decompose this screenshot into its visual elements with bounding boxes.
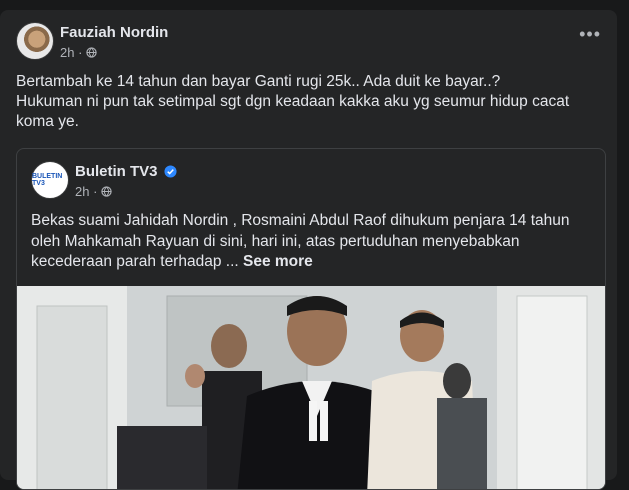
news-photo[interactable] (17, 286, 605, 490)
post-meta: 2h · (60, 45, 98, 60)
shared-author-row: Buletin TV3 (75, 163, 177, 180)
see-more-link[interactable]: See more (243, 253, 313, 270)
shared-author-avatar[interactable]: BULETIN TV3 (31, 161, 69, 199)
post-time[interactable]: 2h · (60, 45, 82, 60)
verified-badge-icon (163, 165, 177, 178)
shared-post-time[interactable]: 2h · (75, 184, 97, 199)
shared-logo-text: BULETIN TV3 (32, 173, 63, 187)
author-avatar[interactable] (16, 22, 54, 60)
shared-author-name[interactable]: Buletin TV3 (75, 163, 158, 180)
shared-post-meta: 2h · (75, 184, 113, 199)
post-card: Fauziah Nordin 2h · ••• Bertambah ke 14 … (0, 10, 617, 490)
globe-icon (101, 186, 113, 197)
globe-icon (86, 47, 98, 58)
author-name[interactable]: Fauziah Nordin (60, 24, 168, 41)
more-options-icon[interactable]: ••• (579, 24, 601, 45)
post-text: Bertambah ke 14 tahun dan bayar Ganti ru… (16, 73, 570, 130)
shared-post-text: Bekas suami Jahidah Nordin , Rosmaini Ab… (31, 211, 591, 273)
shared-post[interactable]: BULETIN TV3 Buletin TV3 2h · Bekas suami… (16, 148, 606, 490)
